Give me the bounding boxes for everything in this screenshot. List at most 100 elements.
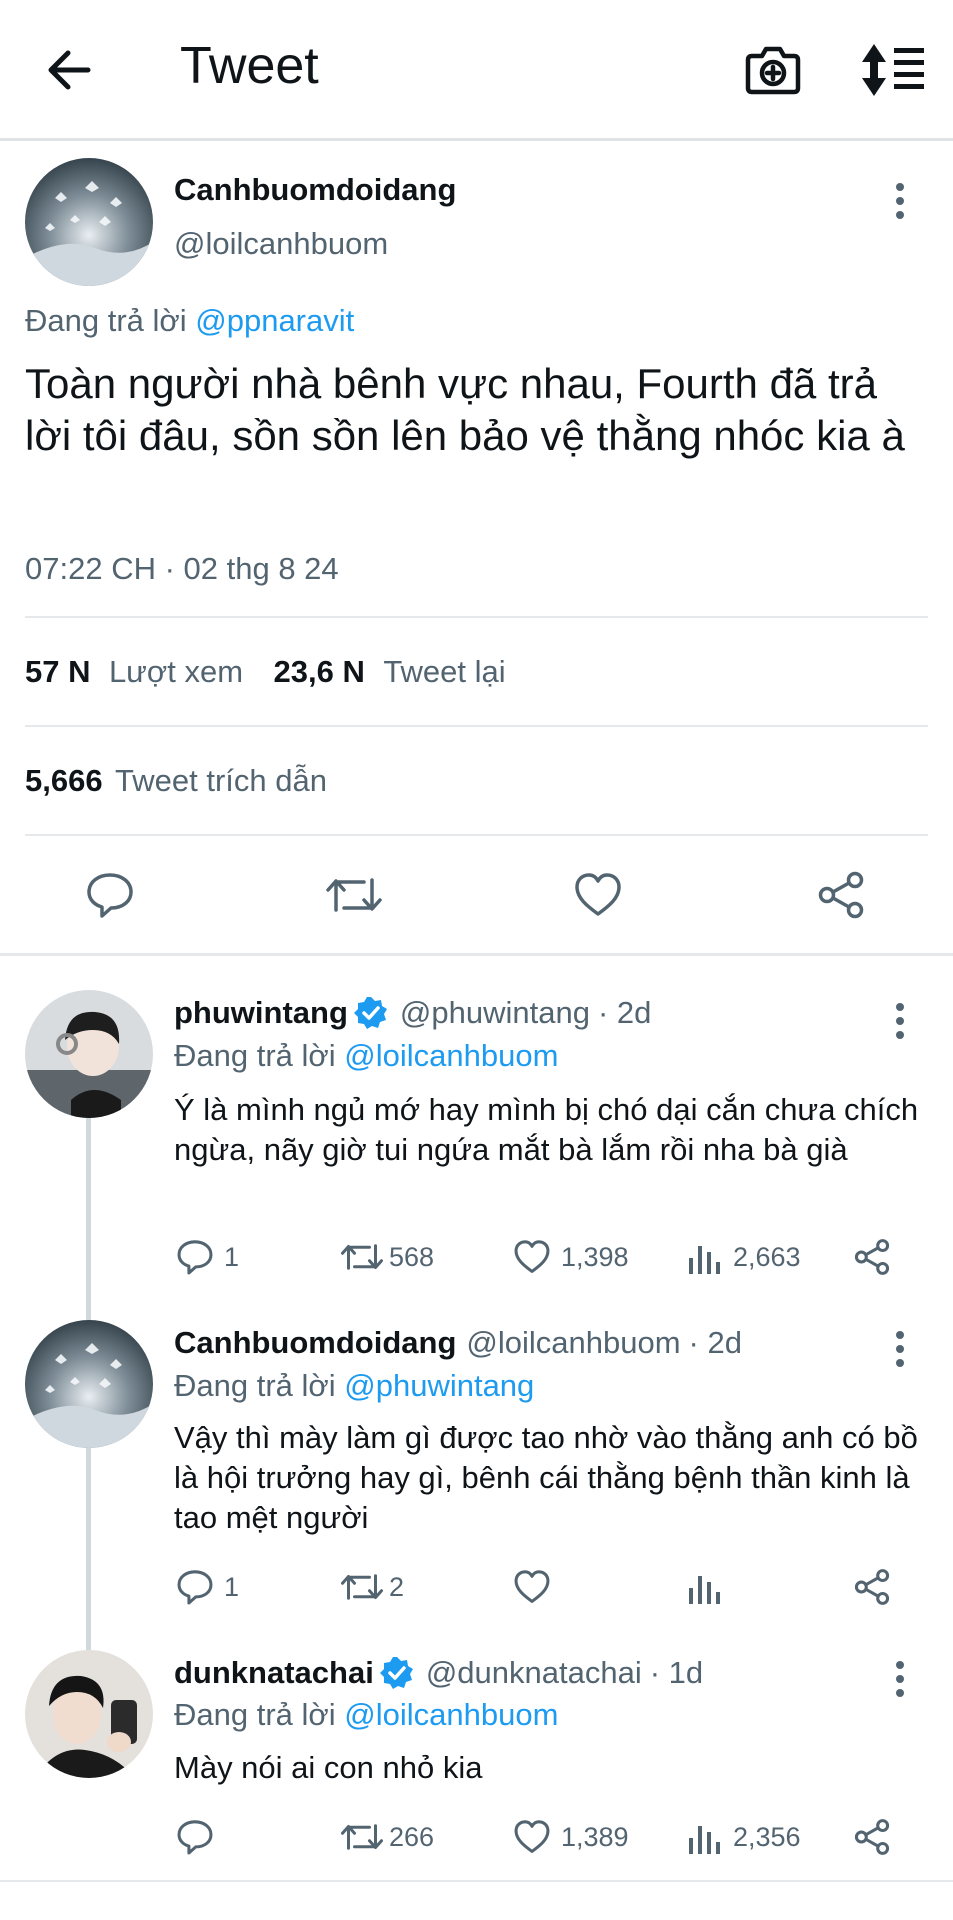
reply-author-name[interactable]: phuwintang [174, 995, 348, 1031]
replying-to-line: Đang trả lời @ppnaravit [25, 303, 354, 339]
share-icon [854, 1569, 890, 1605]
retweets-count[interactable]: 23,6 N [274, 654, 365, 689]
reply-count: 1 [224, 1241, 240, 1272]
speech-bubble-icon [177, 1820, 213, 1855]
retweet-icon [341, 1244, 383, 1270]
more-vertical-icon [896, 1331, 904, 1367]
like-action[interactable]: 1,398 [513, 1238, 629, 1276]
reply-age: · 2d [597, 995, 652, 1030]
share-button[interactable] [815, 870, 867, 920]
retweet-count: 568 [389, 1241, 435, 1272]
avatar[interactable] [25, 990, 153, 1118]
views-count: 2,356 [733, 1821, 801, 1852]
reply-button[interactable] [85, 870, 135, 920]
views-label: Lượt xem [108, 654, 244, 689]
sort-replies-button[interactable] [860, 40, 926, 100]
tweet-text: Toàn người nhà bênh vực nhau, Fourth đã … [25, 360, 905, 459]
divider [25, 725, 928, 727]
bar-chart-icon [689, 1246, 720, 1274]
thread-line [86, 1118, 91, 1325]
reply-action[interactable]: 1 [176, 1568, 239, 1606]
reply-text: Ý là mình ngủ mớ hay mình bị chó dại cắn… [174, 1092, 919, 1167]
replying-to-link[interactable]: @phuwintang [344, 1368, 534, 1403]
section-divider [0, 1880, 953, 1882]
more-options-button[interactable] [890, 180, 910, 224]
camera-button[interactable] [742, 38, 804, 100]
reply-action[interactable] [176, 1818, 224, 1856]
replying-to-link[interactable]: @ppnaravit [195, 303, 354, 338]
speech-bubble-icon [177, 1240, 213, 1275]
avatar[interactable] [25, 1320, 153, 1448]
retweet-icon [341, 1824, 383, 1850]
retweet-count: 2 [389, 1571, 405, 1602]
more-vertical-icon [896, 183, 904, 219]
author-handle[interactable]: @loilcanhbuom [174, 226, 388, 262]
replying-to-line: Đang trả lời @phuwintang [174, 1368, 534, 1404]
bar-chart-icon [689, 1576, 720, 1604]
sort-list-icon [862, 44, 924, 96]
retweet-icon [326, 878, 382, 912]
reply-text: Vậy thì mày làm gì được tao nhờ vào thằn… [174, 1420, 918, 1535]
heart-icon [514, 1820, 550, 1853]
more-options-button[interactable] [890, 1000, 910, 1044]
retweet-action[interactable]: 266 [341, 1818, 434, 1856]
reply-author-handle[interactable]: @phuwintang [400, 995, 590, 1031]
reply-header: Canhbuomdoidang @loilcanhbuom · 2d [174, 1325, 742, 1361]
replying-to-line: Đang trả lời @loilcanhbuom [174, 1697, 558, 1733]
share-icon [854, 1239, 890, 1275]
verified-badge-icon [379, 1657, 413, 1689]
retweet-button[interactable] [326, 870, 382, 920]
arrow-left-icon [48, 50, 91, 90]
reply-age: · 2d [688, 1325, 742, 1360]
more-options-button[interactable] [890, 1328, 910, 1372]
views-action[interactable] [687, 1568, 733, 1606]
verified-badge-icon [353, 997, 387, 1029]
avatar[interactable] [25, 1650, 153, 1778]
share-action[interactable] [852, 1568, 892, 1606]
replying-prefix: Đang trả lời [174, 1368, 336, 1403]
views-action[interactable]: 2,356 [687, 1818, 801, 1856]
back-button[interactable] [40, 40, 100, 100]
views-count: 2,663 [733, 1241, 801, 1272]
speech-bubble-icon [87, 873, 133, 918]
bar-chart-icon [689, 1826, 720, 1854]
replying-prefix: Đang trả lời [174, 1038, 336, 1073]
views-action[interactable]: 2,663 [687, 1238, 801, 1276]
reply-author-handle[interactable]: @dunknatachai [426, 1655, 642, 1691]
reply-author-handle[interactable]: @loilcanhbuom [466, 1325, 680, 1361]
share-action[interactable] [852, 1818, 892, 1856]
views-count: 57 N [25, 654, 91, 689]
retweet-count: 266 [389, 1821, 435, 1852]
more-options-button[interactable] [890, 1658, 910, 1702]
like-count: 1,389 [561, 1821, 629, 1852]
retweet-action[interactable]: 568 [341, 1238, 434, 1276]
like-action[interactable] [513, 1568, 561, 1606]
like-button[interactable] [573, 870, 623, 920]
header-divider [0, 138, 953, 141]
author-name[interactable]: Canhbuomdoidang [174, 172, 456, 208]
replying-to-link[interactable]: @loilcanhbuom [344, 1038, 558, 1073]
share-icon [854, 1819, 890, 1855]
reply-author-name[interactable]: Canhbuomdoidang [174, 1325, 456, 1361]
share-icon [818, 871, 864, 919]
replying-prefix: Đang trả lời [25, 303, 187, 338]
reply-header: dunknatachai @dunknatachai · 1d [174, 1655, 703, 1691]
retweet-action[interactable]: 2 [341, 1568, 404, 1606]
share-action[interactable] [852, 1238, 892, 1276]
reply-action[interactable]: 1 [176, 1238, 239, 1276]
avatar[interactable] [25, 158, 153, 286]
quotes-row[interactable]: 5,666 Tweet trích dẫn [25, 763, 327, 799]
tweet-timestamp[interactable]: 07:22 CH · 02 thg 8 24 [25, 551, 339, 587]
quotes-count: 5,666 [25, 763, 103, 798]
reply-age: · 1d [649, 1655, 704, 1690]
replying-prefix: Đang trả lời [174, 1697, 336, 1732]
like-action[interactable]: 1,389 [513, 1818, 629, 1856]
retweets-label[interactable]: Tweet lại [383, 654, 505, 689]
section-divider [0, 953, 953, 956]
heart-icon [575, 873, 621, 916]
replying-to-link[interactable]: @loilcanhbuom [344, 1697, 558, 1732]
camera-plus-icon [745, 46, 801, 95]
replying-to-line: Đang trả lời @loilcanhbuom [174, 1038, 558, 1074]
reply-author-name[interactable]: dunknatachai [174, 1655, 374, 1691]
reply-text: Mày nói ai con nhỏ kia [174, 1750, 483, 1785]
